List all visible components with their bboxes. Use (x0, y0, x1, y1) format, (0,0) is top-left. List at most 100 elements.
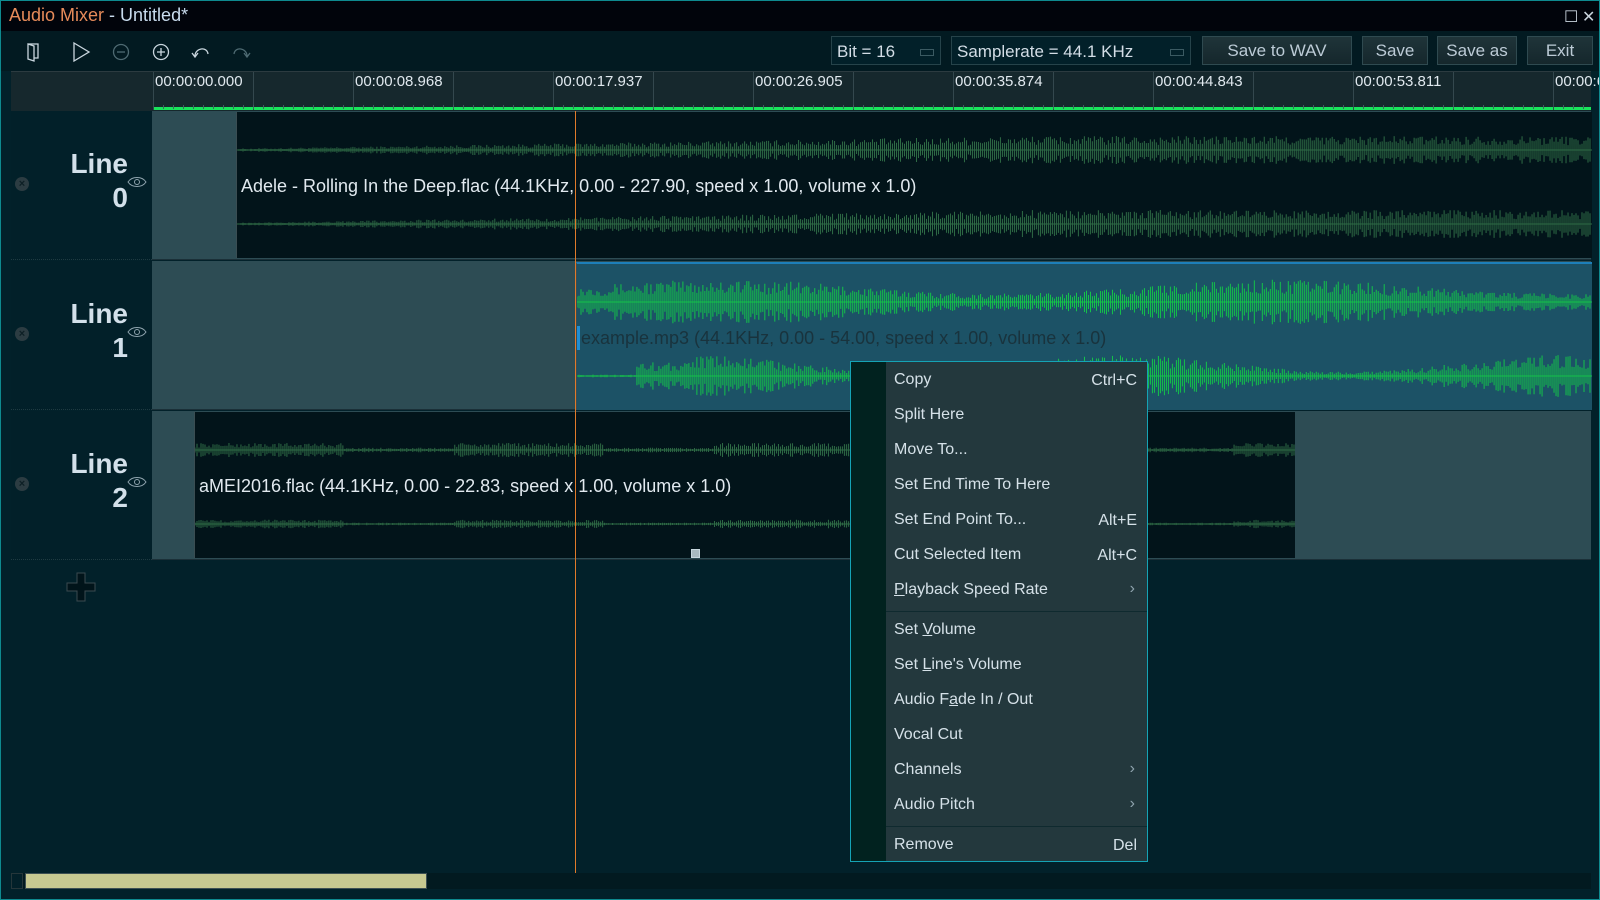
ruler-minor-tick (1083, 105, 1084, 109)
bit-depth-value: Bit = 16 (837, 42, 896, 61)
ruler-minor-tick (1453, 105, 1454, 109)
ruler-minor-tick (373, 105, 374, 109)
waveform-right-channel (237, 210, 1592, 238)
timeline-ruler[interactable]: 00:00:00.000 00:00:08.968 00:00:17.937 00:0… (11, 71, 1599, 112)
visibility-eye-icon[interactable] (127, 175, 147, 189)
menu-item-audio-fade-in-out[interactable]: Audio Fade In / Out (886, 684, 1147, 718)
save-to-wav-button[interactable]: Save to WAV (1202, 36, 1352, 65)
menu-item-cut-selected-item[interactable]: Cut Selected Item Alt+C (886, 539, 1147, 573)
menu-item-set-line-s-volume[interactable]: Set Line's Volume (886, 649, 1147, 683)
audio-clip[interactable]: Adele - Rolling In the Deep.flac (44.1KH… (236, 112, 1592, 258)
bit-depth-select[interactable]: Bit = 16 (831, 36, 941, 65)
ruler-minor-tick (383, 105, 384, 109)
ruler-minor-tick (243, 105, 244, 109)
track-name: Line 0 (70, 147, 128, 215)
ruler-minor-tick (903, 105, 904, 109)
open-door-icon[interactable] (21, 40, 45, 64)
scroll-left-button[interactable] (11, 873, 23, 889)
track-header-0[interactable]: × Line 0 (11, 111, 152, 260)
maximize-icon[interactable]: ☐ (1564, 7, 1578, 27)
track-header-2[interactable]: × Line 2 (11, 411, 152, 560)
ruler-minor-tick (173, 105, 174, 109)
menu-item-set-end-point-to[interactable]: Set End Point To... Alt+E (886, 504, 1147, 538)
ruler-minor-tick (923, 105, 924, 109)
exit-button[interactable]: Exit (1527, 36, 1593, 65)
ruler-minor-tick (723, 105, 724, 109)
menu-item-playback-speed-rate[interactable]: Playback Speed Rate › (886, 574, 1147, 608)
ruler-minor-tick (993, 105, 994, 109)
remove-track-icon[interactable]: × (15, 177, 29, 191)
ruler-minor-tick (573, 105, 574, 109)
ruler-minor-tick (1583, 105, 1584, 109)
menu-item-shortcut: Alt+C (1097, 547, 1137, 564)
play-icon[interactable] (69, 40, 93, 64)
menu-item-label: Channels (894, 761, 962, 778)
menu-item-copy[interactable]: Copy Ctrl+C (886, 364, 1147, 398)
samplerate-select[interactable]: Samplerate = 44.1 KHz (951, 36, 1191, 65)
ruler-minor-tick (253, 105, 254, 109)
visibility-eye-icon[interactable] (127, 325, 147, 339)
track-header-1[interactable]: × Line 1 (11, 261, 152, 410)
remove-track-icon[interactable]: × (15, 477, 29, 491)
close-icon[interactable]: ✕ (1582, 7, 1595, 27)
ruler-minor-tick (473, 105, 474, 109)
ruler-minor-tick (793, 105, 794, 109)
save-button[interactable]: Save (1362, 36, 1428, 65)
ruler-minor-tick (1273, 105, 1274, 109)
waveform-path (577, 279, 1592, 325)
scrollbar-thumb[interactable] (25, 873, 427, 889)
menu-item-move-to[interactable]: Move To... (886, 434, 1147, 468)
menu-item-label: Split Here (894, 406, 965, 423)
ruler-minor-tick (1243, 105, 1244, 109)
ruler-minor-tick (593, 105, 594, 109)
ruler-minor-tick (423, 105, 424, 109)
track-lane-0[interactable]: Adele - Rolling In the Deep.flac (44.1KH… (152, 111, 1592, 260)
save-as-button[interactable]: Save as (1437, 36, 1517, 65)
ruler-minor-tick (1293, 105, 1294, 109)
ruler-minor-tick (403, 105, 404, 109)
ruler-time-label: 00:00:17.937 (555, 73, 643, 90)
menu-item-channels[interactable]: Channels › (886, 754, 1147, 788)
menu-item-set-volume[interactable]: Set Volume (886, 614, 1147, 648)
ruler-minor-tick (913, 105, 914, 109)
track-name-line2: 0 (112, 182, 128, 213)
ruler-minor-tick (863, 105, 864, 109)
menu-separator (886, 826, 1147, 827)
menu-item-label: Playback Speed Rate (894, 581, 1048, 598)
zoom-in-icon[interactable] (149, 40, 173, 64)
add-line-icon[interactable] (66, 572, 96, 602)
waveform-left-channel (237, 136, 1592, 164)
ruler-minor-tick (1263, 105, 1264, 109)
remove-track-icon[interactable]: × (15, 327, 29, 341)
playhead-cursor[interactable] (575, 111, 576, 873)
clip-start-handle[interactable] (577, 326, 580, 350)
ruler-minor-tick (1373, 105, 1374, 109)
ruler-minor-tick (643, 105, 644, 109)
waveform-path (237, 136, 1592, 164)
menu-item-audio-pitch[interactable]: Audio Pitch › (886, 789, 1147, 823)
ruler-minor-tick (413, 105, 414, 109)
ruler-minor-tick (1473, 105, 1474, 109)
track-height-handle[interactable] (691, 549, 700, 558)
ruler-minor-tick (193, 105, 194, 109)
redo-icon[interactable] (229, 40, 253, 64)
zoom-out-icon[interactable] (109, 40, 133, 64)
ruler-minor-tick (273, 105, 274, 109)
menu-item-vocal-cut[interactable]: Vocal Cut (886, 719, 1147, 753)
clip-label: example.mp3 (44.1KHz, 0.00 - 54.00, spee… (581, 328, 1107, 348)
visibility-eye-icon[interactable] (127, 475, 147, 489)
app-name: Audio Mixer (9, 5, 105, 25)
context-menu: Copy Ctrl+C Split Here Move To... Set End Ti… (850, 361, 1148, 862)
undo-icon[interactable] (189, 40, 213, 64)
ruler-minor-tick (223, 105, 224, 109)
ruler-minor-tick (1363, 105, 1364, 109)
menu-item-set-end-time-to-here[interactable]: Set End Time To Here (886, 469, 1147, 503)
ruler-minor-tick (1003, 105, 1004, 109)
ruler-minor-tick (1523, 105, 1524, 109)
menu-item-remove[interactable]: Remove Del (886, 829, 1147, 863)
horizontal-scrollbar[interactable] (11, 873, 1591, 889)
ruler-time-label: 00:00:08.968 (355, 73, 443, 90)
menu-icon-gutter (851, 362, 886, 861)
menu-item-split-here[interactable]: Split Here (886, 399, 1147, 433)
track-name-line2: 1 (112, 332, 128, 363)
